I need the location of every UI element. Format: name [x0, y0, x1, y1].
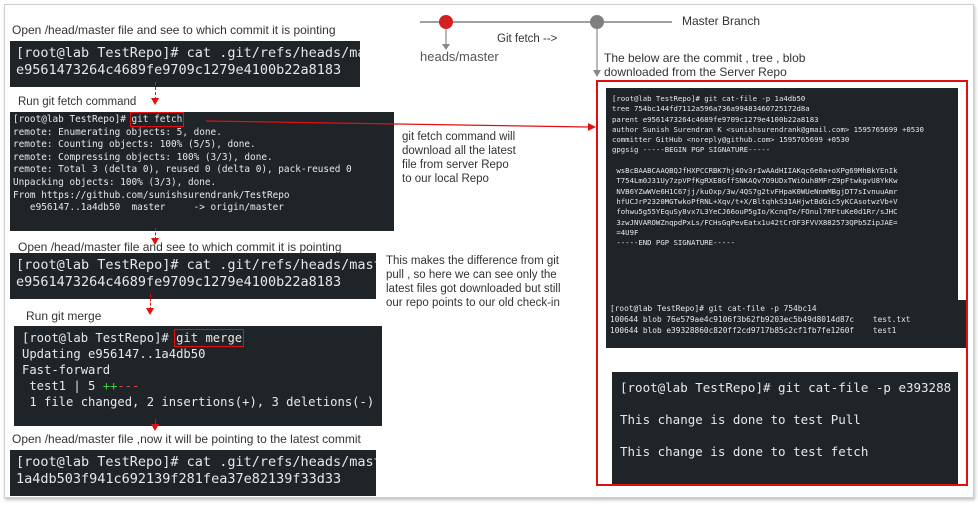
fetch-to-server-arrow [205, 120, 596, 131]
